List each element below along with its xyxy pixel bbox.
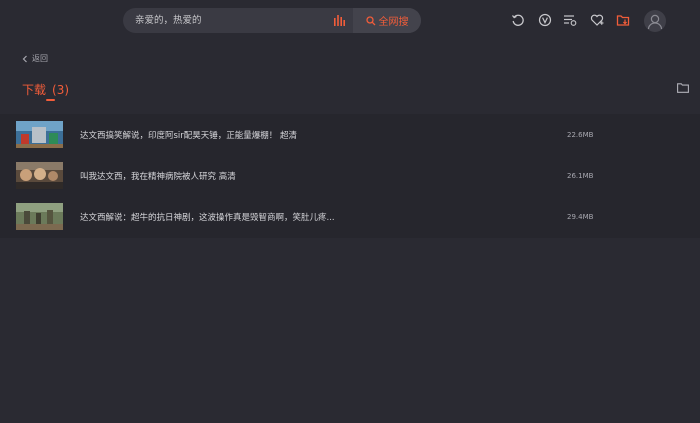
audio-bars-icon[interactable] (333, 14, 345, 26)
download-icon[interactable] (616, 13, 630, 27)
user-icon (647, 14, 663, 30)
video-thumbnail (16, 121, 63, 148)
download-size: 26.1MB (567, 172, 594, 180)
download-row[interactable]: 达文西解说：超牛的抗日神剧，这波操作真是毁智商啊，笑肚儿疼... 29.4MB (0, 196, 700, 237)
download-title: 达文西解说：超牛的抗日神剧，这波操作真是毁智商啊，笑肚儿疼... (80, 213, 335, 223)
title-underline (46, 99, 55, 101)
download-list: 达文西搞笑解说，印度阿sir配昊天锤，正能量爆棚！ 超清 22.6MB 叫我达文… (0, 114, 700, 238)
download-row[interactable]: 达文西搞笑解说，印度阿sir配昊天锤，正能量爆棚！ 超清 22.6MB (0, 114, 700, 155)
page-title-text: 下载 (22, 83, 47, 97)
download-row[interactable]: 叫我达文西，我在精神病院被人研究 高清 26.1MB (0, 155, 700, 196)
video-thumbnail (16, 162, 63, 189)
vip-icon[interactable] (538, 13, 552, 27)
avatar[interactable] (644, 10, 666, 32)
download-title: 叫我达文西，我在精神病院被人研究 高清 (80, 172, 236, 182)
page-title: 下载 (3) (22, 81, 69, 98)
search-button-label: 全网搜 (378, 17, 409, 28)
refresh-icon[interactable] (511, 13, 525, 27)
playlist-icon[interactable] (563, 13, 577, 27)
download-title: 达文西搞笑解说，印度阿sir配昊天锤，正能量爆棚！ 超清 (80, 131, 297, 141)
download-size: 29.4MB (567, 213, 594, 221)
video-thumbnail (16, 203, 63, 230)
search-input[interactable] (135, 8, 315, 33)
back-label: 返回 (32, 54, 48, 63)
search-all-button[interactable]: 全网搜 (353, 8, 421, 33)
chevron-left-icon (22, 55, 27, 62)
favorite-icon[interactable] (590, 13, 604, 27)
download-size: 22.6MB (567, 131, 594, 139)
folder-icon[interactable] (677, 83, 689, 93)
back-link[interactable]: 返回 (22, 53, 48, 64)
search-icon (365, 15, 375, 25)
download-count: (3) (52, 83, 70, 97)
